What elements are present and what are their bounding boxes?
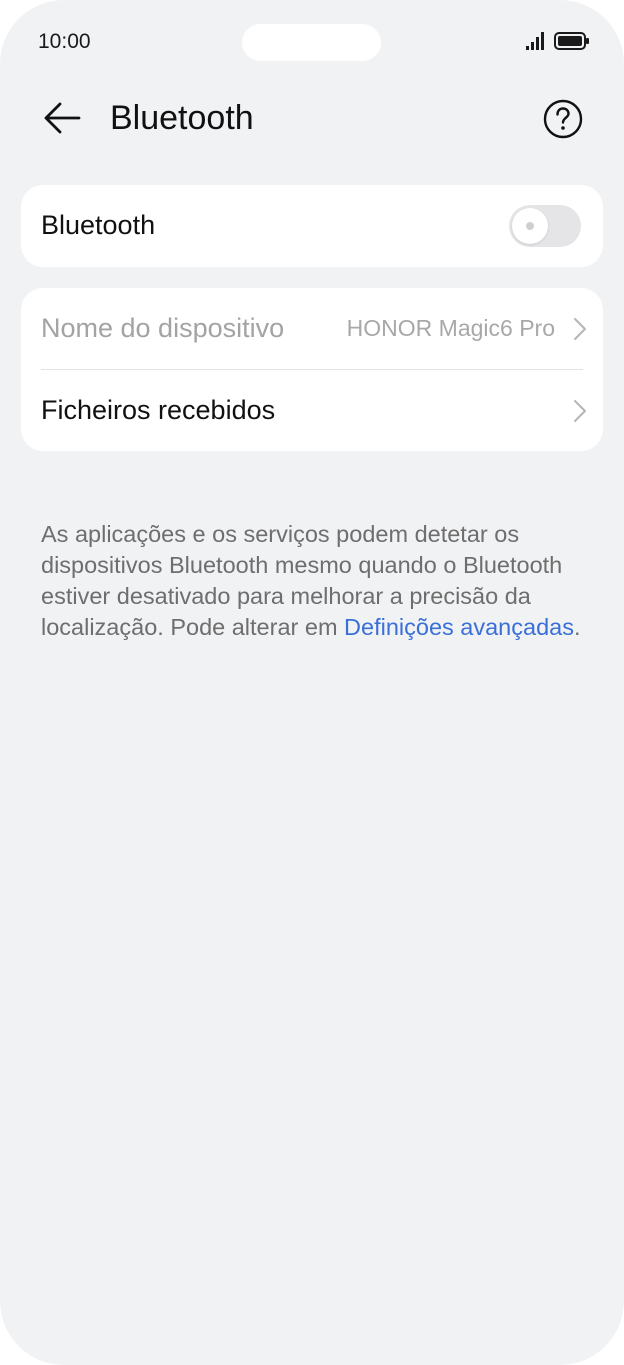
signal-icon [526,32,544,50]
status-time: 10:00 [38,30,91,53]
arrow-left-icon [44,102,81,134]
battery-icon [554,32,589,50]
toggle-knob [512,208,548,244]
status-bar: 10:00 [0,0,624,80]
received-files-label: Ficheiros recebidos [41,395,276,425]
bluetooth-toggle[interactable] [509,205,581,247]
device-card: Nome do dispositivo HONOR Magic6 Pro Fic… [21,288,603,451]
received-files-row[interactable]: Ficheiros recebidos [21,370,603,451]
page-title: Bluetooth [110,99,254,137]
info-suffix: . [573,613,581,640]
bluetooth-toggle-row[interactable]: Bluetooth [21,185,603,266]
advanced-settings-link[interactable]: Definições avançadas [344,614,574,640]
chevron-right-icon [574,400,586,422]
back-button[interactable] [38,96,86,140]
device-name-label: Nome do dispositivo [41,313,285,343]
location-info-text: As aplicações e os serviços podem deteta… [41,519,591,643]
device-name-row[interactable]: Nome do dispositivo HONOR Magic6 Pro [21,288,603,370]
phone-screen: 10:00 Bluetooth Bluetooth Nome do dispos… [0,0,624,1365]
device-name-value: HONOR Magic6 Pro [346,315,555,341]
help-button[interactable] [542,98,584,140]
help-circle-icon [543,99,583,139]
app-bar: Bluetooth [0,80,624,160]
chevron-right-icon [574,318,586,340]
bluetooth-label: Bluetooth [41,210,156,240]
camera-notch [242,24,381,61]
bluetooth-card: Bluetooth [21,185,603,267]
